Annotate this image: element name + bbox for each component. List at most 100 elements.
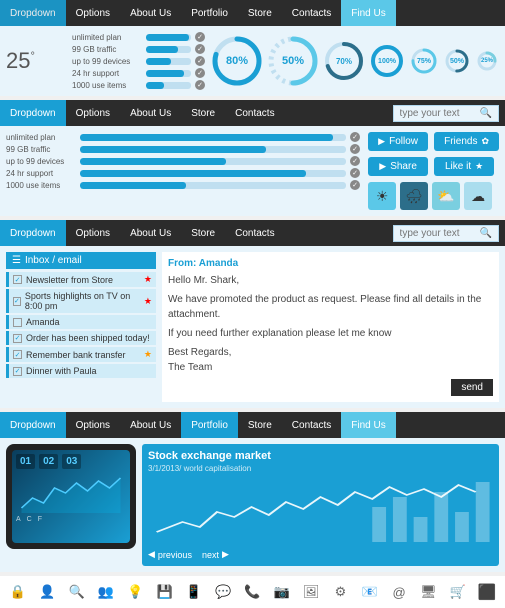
share-button[interactable]: ▶ Share [368,157,428,176]
nav-dropdown-1[interactable]: Dropdown [0,0,66,26]
cart-icon[interactable]: 🛒 [448,582,468,602]
stat2-row-2: up to 99 devices ✓ [6,156,360,166]
friends-button[interactable]: Friends ✿ [434,132,499,151]
mobile-icon[interactable]: 📱 [184,582,204,602]
nav-findus-1[interactable]: Find Us [341,0,395,26]
nav-contacts-1[interactable]: Contacts [282,0,341,26]
section1-body: 25° unlimited plan ✓ 99 GB traffic ✓ up … [0,26,505,96]
phone-icon[interactable]: 📞 [243,582,263,602]
inbox-item-4[interactable]: ✓ Remember bank transfer ★ [6,347,156,362]
stat-row-0: unlimited plan ✓ [72,32,205,42]
section3-body: ☰ Inbox / email ✓ Newsletter from Store … [0,246,505,408]
monitor-icon[interactable]: 🖥 [418,582,438,602]
inbox-item-0[interactable]: ✓ Newsletter from Store ★ [6,272,156,287]
user-icon[interactable]: 👤 [37,582,57,602]
inbox-check-2[interactable] [13,318,22,327]
stat-bar-fill-1 [146,46,178,53]
likeit-button[interactable]: Like it ★ [434,157,494,176]
search-box-3[interactable]: 🔍 [393,225,499,242]
nav2-store[interactable]: Store [181,100,225,126]
inbox-star-1[interactable]: ★ [144,296,152,307]
nav4-contacts[interactable]: Contacts [282,412,341,438]
inbox-item-1[interactable]: ✓ Sports highlights on TV on 8:00 pm ★ [6,289,156,313]
photo-icon[interactable]: 🖼 [301,582,321,602]
settings-icon[interactable]: ⚙ [330,582,350,602]
nav-aboutus-1[interactable]: About Us [120,0,181,26]
inbox-text-1: Sports highlights on TV on 8:00 pm [25,291,140,311]
gauge-70-label: 70% [336,57,352,66]
buttons-panel: ▶ Follow Friends ✿ ▶ Share Like it ★ [368,132,499,210]
nav4-portfolio[interactable]: Portfolio [181,412,238,438]
friends-icon: ✿ [481,136,489,147]
stat-bar-fill-0 [146,34,189,41]
tablet-icon[interactable]: ⬛ [477,582,497,602]
next-button[interactable]: next ▶ [202,549,229,560]
section1: Dropdown Options About Us Portfolio Stor… [0,0,505,96]
share-label: Share [390,161,417,172]
nav-bar-3: Dropdown Options About Us Store Contacts… [0,220,505,246]
inbox-text-3: Order has been shipped today! [26,333,150,343]
stats-left-panel: unlimited plan ✓ 99 GB traffic ✓ up to 9… [6,132,360,210]
nav-portfolio-1[interactable]: Portfolio [181,0,238,26]
nav-store-1[interactable]: Store [238,0,282,26]
email-from-name: Amanda [199,258,238,269]
chat-icon[interactable]: 💬 [213,582,233,602]
search-icon[interactable]: 🔍 [67,582,87,602]
prev-button[interactable]: ◀ previous [148,549,192,560]
stat-row-4: 1000 use items ✓ [72,80,205,90]
inbox-check-3[interactable]: ✓ [13,334,22,343]
users-icon[interactable]: 👥 [96,582,116,602]
bar2-bg-4 [80,182,346,189]
search-icon-3: 🔍 [480,228,492,239]
gauge-80: 80% [211,35,263,87]
search-input-3[interactable] [400,228,480,239]
nav2-aboutus[interactable]: About Us [120,100,181,126]
nav-options-1[interactable]: Options [66,0,120,26]
bar2-fill-3 [80,170,306,177]
nav2-dropdown[interactable]: Dropdown [0,100,66,126]
gauge-75: 75% [409,46,439,76]
weather-rain-icon: 🌧 [400,182,428,210]
at-icon[interactable]: @ [389,582,409,602]
stat-icon-4: ✓ [195,80,205,90]
section3: Dropdown Options About Us Store Contacts… [0,220,505,408]
search-input-2[interactable] [400,108,480,119]
stat-icon-3: ✓ [195,68,205,78]
nav3-options[interactable]: Options [66,220,120,246]
nav4-dropdown[interactable]: Dropdown [0,412,66,438]
bulb-icon[interactable]: 💡 [125,582,145,602]
nav4-aboutus[interactable]: About Us [120,412,181,438]
gauge-100-label: 100% [378,58,396,65]
nav2-options[interactable]: Options [66,100,120,126]
nav3-contacts[interactable]: Contacts [225,220,284,246]
nav3-store[interactable]: Store [181,220,225,246]
send-button[interactable]: send [451,379,493,396]
follow-button[interactable]: ▶ Follow [368,132,428,151]
bar2-fill-1 [80,146,266,153]
email-body2: If you need further explanation please l… [168,326,493,341]
stat-icon-1: ✓ [195,44,205,54]
nav4-findus[interactable]: Find Us [341,412,395,438]
camera-icon[interactable]: 📷 [272,582,292,602]
inbox-check-1[interactable]: ✓ [13,297,21,306]
nav4-options[interactable]: Options [66,412,120,438]
inbox-check-5[interactable]: ✓ [13,367,22,376]
inbox-star-0[interactable]: ★ [144,274,152,285]
inbox-star-4[interactable]: ★ [144,349,152,360]
nav2-contacts[interactable]: Contacts [225,100,284,126]
email-icon[interactable]: 📧 [360,582,380,602]
lock-icon[interactable]: 🔒 [8,582,28,602]
gauge-100: 100% [369,43,405,79]
nav-bar-4: Dropdown Options About Us Portfolio Stor… [0,412,505,438]
inbox-item-3[interactable]: ✓ Order has been shipped today! [6,331,156,345]
nav4-store[interactable]: Store [238,412,282,438]
inbox-item-5[interactable]: ✓ Dinner with Paula [6,364,156,378]
nav3-aboutus[interactable]: About Us [120,220,181,246]
nav3-dropdown[interactable]: Dropdown [0,220,66,246]
inbox-item-2[interactable]: Amanda [6,315,156,329]
search-box-2[interactable]: 🔍 [393,105,499,122]
inbox-check-4[interactable]: ✓ [13,350,22,359]
inbox-check-0[interactable]: ✓ [13,275,22,284]
download-icon[interactable]: 💾 [155,582,175,602]
prev-label: previous [158,550,192,560]
